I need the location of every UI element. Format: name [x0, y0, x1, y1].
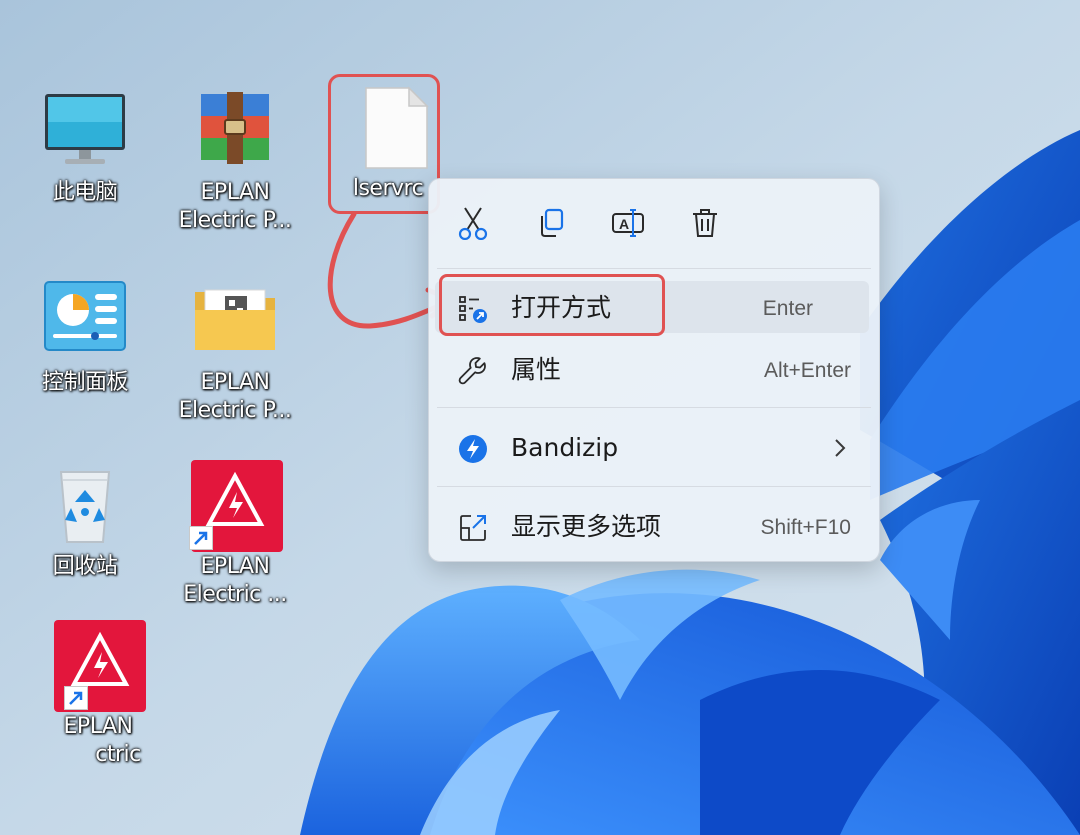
context-menu-toolbar: A [429, 179, 879, 265]
recycle-bin-icon [37, 462, 133, 552]
desktop-icon-label-line2: ctric [95, 742, 141, 767]
desktop-icon-this-pc[interactable]: 此电脑 [25, 88, 145, 208]
menu-item-bandizip[interactable]: Bandizip [435, 421, 869, 473]
copy-button[interactable] [529, 201, 573, 245]
desktop-icon-label: EPLAN [63, 714, 133, 739]
desktop-icon-label: 此电脑 [52, 180, 118, 205]
menu-item-properties[interactable]: 属性 Alt+Enter [435, 343, 869, 395]
wrench-icon [458, 357, 486, 385]
desktop-icon-control-panel[interactable]: 控制面板 [25, 278, 145, 398]
delete-button[interactable] [683, 201, 727, 245]
desktop-icon-label: 控制面板 [41, 370, 129, 395]
menu-item-shortcut: Alt+Enter [764, 359, 851, 382]
menu-item-label: 属性 [511, 355, 562, 384]
chevron-right-icon [835, 439, 846, 457]
menu-item-shortcut: Enter [762, 297, 813, 320]
desktop-icon-eplan-shortcut[interactable]: EPLAN Electric ... [175, 458, 295, 610]
desktop-icon-label: EPLAN [200, 180, 270, 205]
scissors-icon [458, 207, 488, 240]
show-more-icon [460, 515, 486, 541]
menu-item-label: Bandizip [511, 433, 619, 462]
context-menu: A 打开方式 Enter 属性 Alt+Enter Bandizip 显示更多选… [428, 178, 880, 562]
rename-button[interactable]: A [606, 201, 650, 245]
desktop-icon-eplan-shortcut-2[interactable]: EPLAN ctric [38, 618, 158, 770]
file-highlight-box [328, 74, 440, 214]
desktop-icon-recycle-bin[interactable]: 回收站 [25, 462, 145, 582]
desktop-icon-label-line2: Electric ... [183, 582, 287, 607]
shortcut-arrow-icon [189, 526, 213, 550]
cut-button[interactable] [451, 201, 495, 245]
menu-separator [437, 268, 871, 269]
menu-item-shortcut: Shift+F10 [760, 516, 851, 539]
rename-icon: A [612, 209, 644, 237]
desktop-icon-eplan-archive[interactable]: EPLAN Electric P... [175, 88, 295, 236]
bandizip-icon [459, 435, 487, 463]
trash-icon [693, 209, 717, 237]
copy-icon [541, 208, 564, 237]
menu-item-show-more-options[interactable]: 显示更多选项 Shift+F10 [435, 500, 869, 552]
desktop-icon-eplan-folder[interactable]: EPLAN Electric P... [175, 278, 295, 426]
control-panel-icon [37, 278, 133, 368]
folder-icon [187, 278, 283, 368]
desktop-icon-label-line2: Electric P... [178, 208, 292, 233]
eplan-shortcut-icon [50, 618, 146, 712]
desktop-icon-label: 回收站 [52, 554, 118, 579]
menu-item-label: 显示更多选项 [511, 512, 662, 541]
shortcut-arrow-icon [64, 686, 88, 710]
eplan-shortcut-icon [187, 458, 283, 552]
open-with-highlight-box [439, 274, 665, 336]
desktop-icon-label: EPLAN [200, 554, 270, 579]
monitor-icon [37, 88, 133, 178]
desktop-icon-label: EPLAN [200, 370, 270, 395]
winrar-archive-icon [187, 88, 283, 178]
menu-separator [437, 407, 871, 408]
menu-separator [437, 486, 871, 487]
desktop-icon-label-line2: Electric P... [178, 398, 292, 423]
svg-text:A: A [619, 216, 629, 232]
